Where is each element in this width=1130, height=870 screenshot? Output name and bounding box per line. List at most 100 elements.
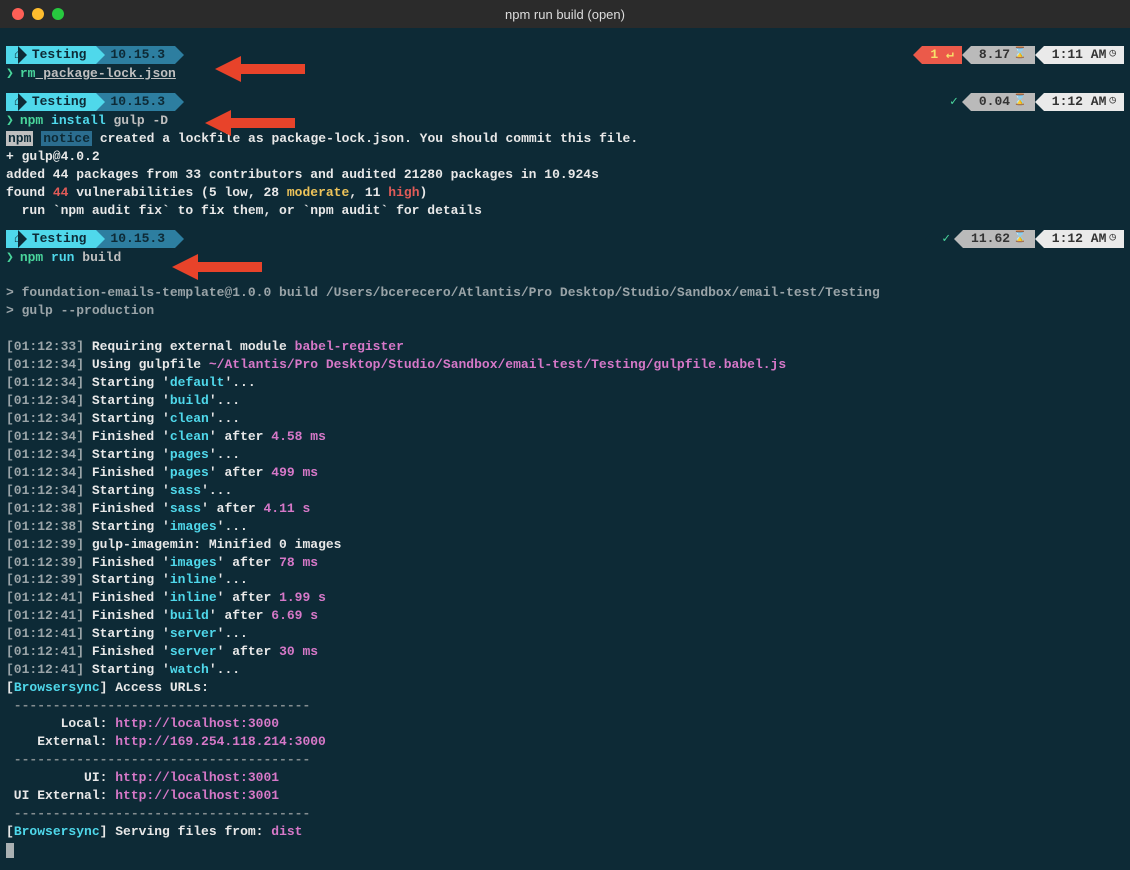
terminal-output-line: External: http://169.254.118.214:3000 [6,733,1124,751]
prompt-symbol: ❯ [6,250,14,265]
terminal-output-line: [01:12:38] Finished 'sass' after 4.11 s [6,500,1124,518]
prompt-node-version: 10.15.3 [96,93,175,111]
command-name: npm [20,113,43,128]
terminal-output-line: [01:12:34] Finished 'clean' after 4.58 m… [6,428,1124,446]
hourglass-icon: ⌛ [1013,94,1027,109]
prompt-left: ⌂ Testing 10.15.3 [6,230,184,248]
chevron-left-icon [954,230,963,248]
chevron-left-icon [913,46,922,64]
prompt-right-status: ✓ 11.62 ⌛ 1:12 AM ◷ [925,230,1124,248]
terminal-output-line: [01:12:38] Starting 'images'... [6,518,1124,536]
terminal-output-line: [01:12:34] Starting 'default'... [6,374,1124,392]
prompt-node-version: 10.15.3 [96,46,175,64]
command-line: ❯npm install gulp -D [6,112,1124,130]
clock-icon: ◷ [1109,47,1116,62]
command-subcommand: run [51,250,74,265]
command-args: build [82,250,121,265]
chevron-right-icon [175,93,184,111]
command-name: npm [20,250,43,265]
command-args: gulp -D [113,113,168,128]
traffic-lights [12,8,64,20]
terminal-output-line: UI: http://localhost:3001 [6,769,1124,787]
prompt-directory: Testing [26,230,97,248]
chevron-right-icon [96,93,105,111]
prompt-right-status: 1 ↵ 8.17 ⌛ 1:11 AM ◷ [913,46,1124,64]
terminal-output-line: found 44 vulnerabilities (5 low, 28 mode… [6,184,1124,202]
terminal-output-line: Local: http://localhost:3000 [6,715,1124,733]
prompt-right-status: ✓ 0.04 ⌛ 1:12 AM ◷ [933,93,1124,111]
prompt-row: ⌂ Testing 10.15.3 1 ↵ 8.17 ⌛ 1:11 AM ◷ [6,46,1124,64]
status-time: 1:11 AM ◷ [1044,46,1124,64]
window-titlebar: npm run build (open) [0,0,1130,28]
terminal-output-line: [01:12:39] gulp-imagemin: Minified 0 ima… [6,536,1124,554]
terminal-output-line: [01:12:41] Starting 'server'... [6,625,1124,643]
terminal-content[interactable]: ⌂ Testing 10.15.3 1 ↵ 8.17 ⌛ 1:11 AM ◷❯r… [0,28,1130,866]
annotation-arrow-icon [215,54,305,84]
terminal-output-line: > gulp --production [6,302,1124,320]
prompt-node-version: 10.15.3 [96,230,175,248]
terminal-output-line: [01:12:41] Finished 'inline' after 1.99 … [6,589,1124,607]
prompt-row: ⌂ Testing 10.15.3 ✓ 0.04 ⌛ 1:12 AM ◷ [6,93,1124,111]
chevron-left-icon [1035,46,1044,64]
annotation-arrow-icon [205,108,295,138]
terminal-output-line: added 44 packages from 33 contributors a… [6,166,1124,184]
terminal-output-line: + gulp@4.0.2 [6,148,1124,166]
terminal-output-line: [Browsersync] Serving files from: dist [6,823,1124,841]
status-time: 1:12 AM ◷ [1044,93,1124,111]
terminal-cursor-line[interactable] [6,841,1124,859]
prompt-directory: Testing [26,46,97,64]
maximize-window-button[interactable] [52,8,64,20]
clock-icon: ◷ [1109,94,1116,109]
terminal-output-line: npm notice created a lockfile as package… [6,130,1124,148]
status-time: 1:12 AM ◷ [1044,230,1124,248]
window-title: npm run build (open) [505,7,625,22]
cursor-icon [6,843,14,858]
terminal-output-line: [Browsersync] Access URLs: [6,679,1124,697]
chevron-left-icon [933,93,942,111]
chevron-right-icon [96,46,105,64]
status-duration: 11.62 ⌛ [963,230,1035,248]
chevron-left-icon [1035,230,1044,248]
prompt-left: ⌂ Testing 10.15.3 [6,46,184,64]
terminal-output-line: [01:12:39] Starting 'inline'... [6,571,1124,589]
terminal-output-line: [01:12:34] Starting 'build'... [6,392,1124,410]
chevron-right-icon [175,46,184,64]
terminal-output-line: run `npm audit fix` to fix them, or `npm… [6,202,1124,220]
terminal-output-line: [01:12:41] Finished 'server' after 30 ms [6,643,1124,661]
command-name: rm [20,66,36,81]
prompt-row: ⌂ Testing 10.15.3 ✓ 11.62 ⌛ 1:12 AM ◷ [6,230,1124,248]
chevron-left-icon [1035,93,1044,111]
chevron-left-icon [925,230,934,248]
terminal-output-line: -------------------------------------- [6,697,1124,715]
minimize-window-button[interactable] [32,8,44,20]
prompt-symbol: ❯ [6,113,14,128]
terminal-output-line: [01:12:39] Finished 'images' after 78 ms [6,554,1124,572]
terminal-output-line: [01:12:41] Starting 'watch'... [6,661,1124,679]
terminal-output-line [6,320,1124,338]
hourglass-icon: ⌛ [1013,231,1027,246]
status-error: 1 ↵ [922,46,961,64]
chevron-left-icon [962,93,971,111]
home-icon: ⌂ [6,230,26,248]
command-line: ❯rm package-lock.json [6,65,1124,83]
status-duration: 0.04 ⌛ [971,93,1035,111]
terminal-output-line: -------------------------------------- [6,751,1124,769]
chevron-right-icon [175,230,184,248]
terminal-output-line: [01:12:33] Requiring external module bab… [6,338,1124,356]
annotation-arrow-icon [172,252,262,282]
terminal-output-line: [01:12:34] Starting 'pages'... [6,446,1124,464]
terminal-output-line: UI External: http://localhost:3001 [6,787,1124,805]
status-duration: 8.17 ⌛ [971,46,1035,64]
close-window-button[interactable] [12,8,24,20]
hourglass-icon: ⌛ [1013,47,1027,62]
home-icon: ⌂ [6,46,26,64]
chevron-right-icon [96,230,105,248]
command-block: ⌂ Testing 10.15.3 ✓ 0.04 ⌛ 1:12 AM ◷ ❯ npm… [6,93,1124,220]
chevron-left-icon [962,46,971,64]
status-ok: ✓ [934,230,954,248]
home-icon: ⌂ [6,93,26,111]
clock-icon: ◷ [1109,231,1116,246]
command-block: ⌂ Testing 10.15.3 1 ↵ 8.17 ⌛ 1:11 AM ◷❯r… [6,46,1124,83]
terminal-output-line: [01:12:34] Using gulpfile ~/Atlantis/Pro… [6,356,1124,374]
prompt-left: ⌂ Testing 10.15.3 [6,93,184,111]
